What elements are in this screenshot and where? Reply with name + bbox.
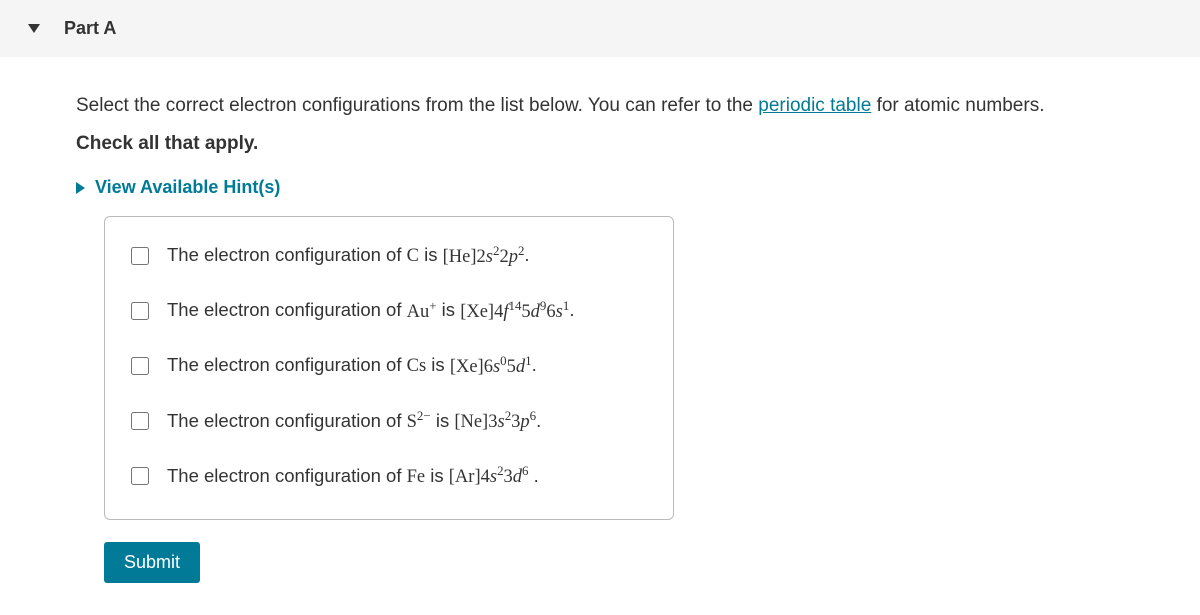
option-prefix: The electron configuration of (167, 465, 407, 486)
option-suffix: . (569, 300, 574, 321)
orbital-subshell: s (497, 412, 504, 432)
option-row: The electron configuration of Fe is [Ar]… (131, 462, 647, 491)
orbital-subshell: d (513, 467, 522, 487)
option-label: The electron configuration of Fe is [Ar]… (167, 462, 539, 491)
option-suffix: . (529, 465, 539, 486)
is-text: is (419, 245, 443, 266)
species-charge: + (429, 297, 436, 312)
orbital-exponent: 2 (505, 408, 511, 423)
option-label: The electron configuration of Cs is [Xe]… (167, 351, 537, 380)
chevron-down-icon (28, 24, 40, 33)
orbital-subshell: p (520, 412, 529, 432)
option-suffix: . (536, 410, 541, 431)
prompt-prefix: Select the correct electron configuratio… (76, 95, 758, 116)
option-suffix: . (524, 245, 529, 266)
option-row: The electron configuration of S2− is [Ne… (131, 407, 647, 436)
is-text: is (426, 355, 450, 376)
orbital-subshell: s (556, 302, 563, 322)
chevron-right-icon (76, 182, 85, 194)
option-checkbox[interactable] (131, 467, 149, 485)
orbital-exponent: 14 (508, 297, 521, 312)
option-checkbox[interactable] (131, 302, 149, 320)
orbital-subshell: d (531, 302, 540, 322)
orbital-exponent: 2 (493, 242, 499, 257)
orbital-subshell: s (490, 467, 497, 487)
orbital-subshell: s (486, 247, 493, 267)
option-row: The electron configuration of Cs is [Xe]… (131, 351, 647, 380)
view-hints-toggle[interactable]: View Available Hint(s) (76, 177, 1200, 198)
species: Fe (407, 467, 426, 487)
orbital-subshell: d (516, 357, 525, 377)
species: S2− (407, 412, 431, 432)
option-checkbox[interactable] (131, 412, 149, 430)
species: C (407, 247, 419, 267)
orbital-exponent: 9 (540, 297, 546, 312)
species: Au+ (407, 302, 437, 322)
electron-configuration: [Ne]3s23p6 (454, 412, 536, 432)
submit-button[interactable]: Submit (104, 542, 200, 583)
option-row: The electron configuration of Au+ is [Xe… (131, 296, 647, 325)
hints-label: View Available Hint(s) (95, 177, 280, 198)
check-all-instruction: Check all that apply. (76, 133, 1200, 155)
electron-configuration: [Ar]4s23d6 (449, 467, 529, 487)
part-header[interactable]: Part A (0, 0, 1200, 57)
option-label: The electron configuration of Au+ is [Xe… (167, 296, 574, 325)
prompt-suffix: for atomic numbers. (871, 95, 1044, 116)
orbital-subshell: p (509, 247, 518, 267)
electron-configuration: [Xe]4f145d96s1 (460, 302, 569, 322)
species-charge: 2− (417, 408, 431, 423)
species: Cs (407, 357, 427, 377)
orbital-exponent: 0 (500, 352, 506, 367)
option-label: The electron configuration of C is [He]2… (167, 241, 530, 270)
part-title: Part A (64, 18, 116, 39)
option-prefix: The electron configuration of (167, 300, 407, 321)
option-checkbox[interactable] (131, 247, 149, 265)
answer-options: The electron configuration of C is [He]2… (104, 216, 674, 519)
is-text: is (431, 410, 455, 431)
option-label: The electron configuration of S2− is [Ne… (167, 407, 541, 436)
option-row: The electron configuration of C is [He]2… (131, 241, 647, 270)
orbital-exponent: 2 (497, 463, 503, 478)
option-suffix: . (532, 355, 537, 376)
option-prefix: The electron configuration of (167, 245, 407, 266)
question-content: Select the correct electron configuratio… (0, 57, 1200, 583)
prompt-text: Select the correct electron configuratio… (76, 91, 1200, 121)
option-prefix: The electron configuration of (167, 355, 407, 376)
is-text: is (437, 300, 461, 321)
electron-configuration: [He]2s22p2 (443, 247, 525, 267)
electron-configuration: [Xe]6s05d1 (450, 357, 532, 377)
option-prefix: The electron configuration of (167, 410, 407, 431)
is-text: is (425, 465, 449, 486)
periodic-table-link[interactable]: periodic table (758, 95, 871, 116)
option-checkbox[interactable] (131, 357, 149, 375)
